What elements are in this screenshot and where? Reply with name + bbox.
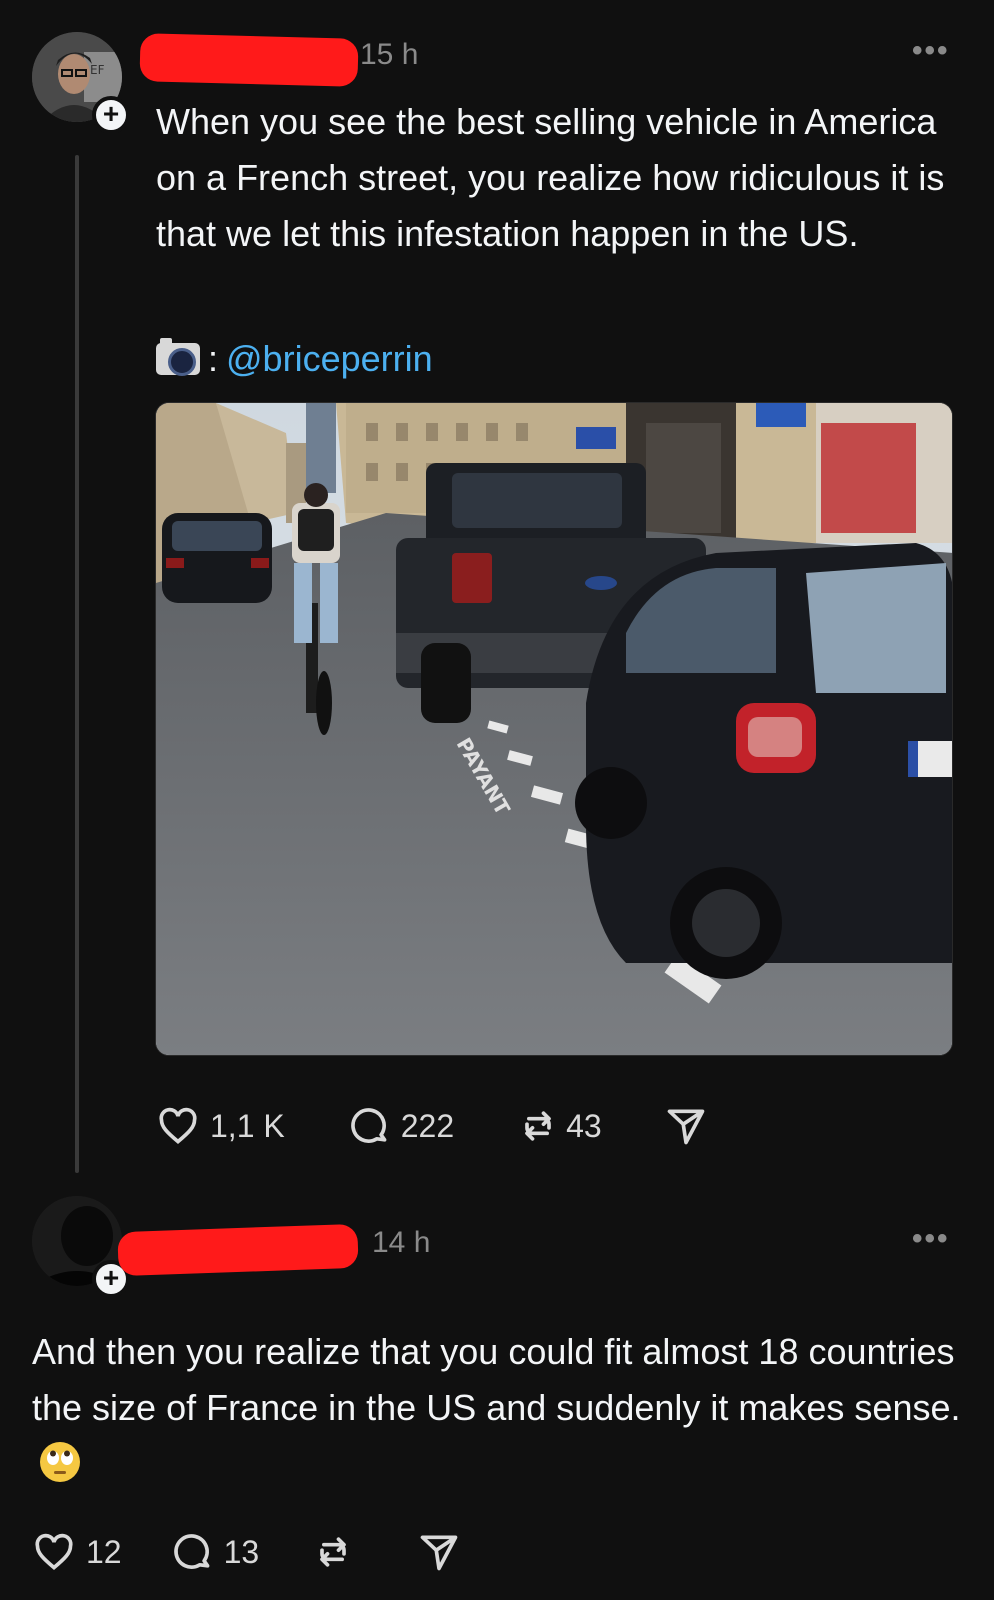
heart-icon (159, 1107, 197, 1144)
share-button[interactable] (664, 1104, 708, 1148)
reply-count: 222 (400, 1107, 455, 1144)
thread-line (75, 155, 79, 1173)
post-action-bar: 1,1 K 222 43 (156, 1104, 708, 1148)
comment-icon (173, 1534, 210, 1569)
more-options-icon[interactable]: ••• (912, 34, 950, 68)
share-icon (420, 1535, 458, 1571)
share-icon (667, 1109, 705, 1145)
reply-action-bar: 12 13 (32, 1530, 461, 1574)
post-image[interactable]: PAYANT (155, 402, 953, 1056)
like-count: 1,1 K (210, 1107, 285, 1144)
reply-share-button[interactable] (417, 1530, 461, 1574)
reply-time: 14 h (372, 1226, 431, 1259)
comment-icon (350, 1108, 387, 1143)
reply-text-body: And then you realize that you could fit … (32, 1331, 961, 1428)
photo-credit: : @briceperrin (156, 338, 433, 380)
reply-like-count: 12 (86, 1533, 122, 1570)
reply-button[interactable]: 222 (347, 1104, 454, 1148)
repost-icon (525, 1111, 551, 1141)
repost-count: 43 (566, 1107, 602, 1144)
like-button[interactable]: 1,1 K (156, 1104, 285, 1148)
reply-repost-button[interactable] (311, 1530, 355, 1574)
credit-handle-link[interactable]: @briceperrin (226, 338, 433, 380)
repost-icon (320, 1537, 347, 1567)
post-text: When you see the best selling vehicle in… (156, 101, 945, 254)
credit-separator: : (208, 338, 219, 379)
reply-reply-button[interactable]: 13 (170, 1530, 260, 1574)
reply-username-redaction (117, 1223, 359, 1277)
post-time: 15 h (360, 38, 419, 71)
follow-plus-icon[interactable]: + (92, 96, 130, 134)
reply-like-button[interactable]: 12 (32, 1530, 122, 1574)
camera-icon (156, 338, 200, 376)
eye-roll-emoji-icon (40, 1442, 80, 1482)
username-redaction (139, 33, 359, 87)
reply-text: And then you realize that you could fit … (32, 1324, 962, 1492)
repost-button[interactable]: 43 (516, 1104, 602, 1148)
reply-more-options-icon[interactable]: ••• (912, 1222, 950, 1256)
street-photo-illustration: PAYANT (156, 403, 952, 1055)
reply-reply-count: 13 (223, 1533, 260, 1570)
heart-icon (35, 1533, 73, 1570)
svg-text:EF: EF (90, 63, 105, 77)
